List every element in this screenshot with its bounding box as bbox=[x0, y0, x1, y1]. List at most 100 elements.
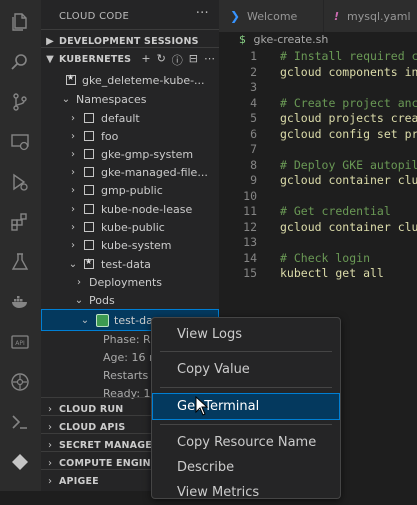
search-icon[interactable] bbox=[9, 51, 31, 73]
menu-separator bbox=[160, 351, 332, 352]
code-text: gcloud container clu bbox=[280, 219, 417, 234]
line-number: 11 bbox=[243, 204, 257, 218]
cluster-star-icon bbox=[66, 73, 76, 85]
section-kubernetes[interactable]: ▼ KUBERNETES + ↻ ⓘ ⊟ ⋯ bbox=[41, 47, 219, 70]
namespace-box-icon bbox=[84, 149, 94, 159]
section-label: KUBERNETES bbox=[59, 53, 132, 65]
kubernetes-icon[interactable] bbox=[9, 371, 31, 393]
line-number: 3 bbox=[250, 80, 257, 94]
namespace-box-icon bbox=[84, 185, 94, 195]
menu-item-copy-resource-name[interactable]: Copy Resource Name bbox=[153, 430, 339, 455]
collapse-icon[interactable]: ⊟ bbox=[189, 52, 198, 68]
chevron-right-icon: › bbox=[71, 148, 75, 160]
sidebar-header: CLOUD CODE ··· bbox=[41, 0, 219, 32]
line-number: 9 bbox=[250, 173, 257, 187]
chevron-right-icon: › bbox=[48, 457, 52, 469]
section-label: CLOUD RUN bbox=[59, 403, 124, 415]
code-line[interactable]: 10 bbox=[219, 189, 417, 205]
code-text: # Check login bbox=[280, 250, 371, 265]
code-line[interactable]: 1 # Install required c bbox=[219, 49, 417, 65]
breadcrumb-file: gke-create.sh bbox=[253, 33, 329, 46]
tree-item-label: gmp-public bbox=[101, 183, 163, 197]
tab-welcome[interactable]: ❯ Welcome bbox=[219, 0, 324, 32]
code-line[interactable]: 3 bbox=[219, 80, 417, 96]
code-line[interactable]: 2 gcloud components in bbox=[219, 65, 417, 81]
chevron-right-icon: › bbox=[71, 221, 75, 233]
code-line[interactable]: 11 # Get credential bbox=[219, 204, 417, 220]
chevron-right-icon: ▶ bbox=[46, 35, 54, 47]
cloud-code-ai-icon[interactable] bbox=[9, 411, 31, 433]
code-text: gcloud components in bbox=[280, 64, 417, 79]
code-text: # Create project anc bbox=[280, 95, 417, 110]
code-line[interactable]: 13 bbox=[219, 235, 417, 251]
namespace-box-icon bbox=[84, 113, 94, 123]
code-text: kubectl get all bbox=[280, 266, 384, 280]
pod-running-icon bbox=[96, 314, 109, 327]
namespace-box-icon bbox=[84, 204, 94, 214]
breadcrumb[interactable]: $ gke-create.sh bbox=[239, 33, 328, 47]
code-line[interactable]: 6 gcloud config set pr bbox=[219, 127, 417, 143]
pod-detail-label: Phase: R bbox=[103, 332, 151, 346]
menu-item-view-logs[interactable]: View Logs bbox=[153, 322, 339, 347]
code-line[interactable]: 15 kubectl get all bbox=[219, 266, 417, 282]
code-text: # Get credential bbox=[280, 204, 391, 218]
line-number: 15 bbox=[243, 266, 257, 280]
code-line[interactable]: 12 gcloud container clu bbox=[219, 220, 417, 236]
extensions-icon[interactable] bbox=[9, 211, 31, 233]
chevron-right-icon: › bbox=[48, 439, 52, 451]
help-icon[interactable]: ⓘ bbox=[172, 52, 183, 68]
editor-tabs: ❯ Welcome ! mysql.yaml bbox=[219, 0, 417, 32]
tree-item-label: kube-node-lease bbox=[101, 202, 193, 216]
menu-item-describe[interactable]: Describe bbox=[153, 455, 339, 480]
source-control-icon[interactable] bbox=[9, 91, 31, 113]
tab-mysql-yaml[interactable]: ! mysql.yaml bbox=[324, 0, 417, 32]
remote-explorer-icon[interactable] bbox=[9, 131, 31, 153]
tab-label: mysql.yaml bbox=[347, 9, 411, 23]
namespace-box-icon bbox=[84, 240, 94, 250]
namespace-box-icon bbox=[84, 131, 94, 141]
code-line[interactable]: 5 gcloud projects crea bbox=[219, 111, 417, 127]
code-line[interactable]: 14 # Check login bbox=[219, 251, 417, 267]
chevron-right-icon: › bbox=[71, 112, 75, 124]
chevron-down-icon: ⌄ bbox=[80, 314, 90, 326]
section-label: COMPUTE ENGINE bbox=[59, 457, 158, 469]
section-label: SECRET MANAGER bbox=[59, 439, 160, 451]
run-debug-icon[interactable] bbox=[9, 171, 31, 193]
chevron-right-icon: › bbox=[71, 203, 75, 215]
testing-flask-icon[interactable] bbox=[9, 251, 31, 273]
tree-item-label: test-data bbox=[101, 257, 151, 271]
chevron-right-icon: › bbox=[48, 403, 52, 415]
more-icon[interactable]: ⋯ bbox=[204, 52, 215, 68]
menu-item-get-terminal[interactable]: Get Terminal bbox=[152, 393, 340, 420]
tree-item-label: gke-gmp-system bbox=[101, 147, 194, 161]
svg-text:API: API bbox=[15, 340, 25, 347]
cloud-code-icon[interactable] bbox=[9, 451, 31, 473]
menu-item-view-metrics[interactable]: View Metrics bbox=[153, 480, 339, 505]
code-line[interactable]: 8 # Deploy GKE autopil bbox=[219, 158, 417, 174]
refresh-icon[interactable]: ↻ bbox=[157, 52, 166, 68]
line-number: 1 bbox=[250, 49, 257, 63]
add-icon[interactable]: + bbox=[141, 52, 150, 68]
tree-item-pods[interactable]: ⌄ Pods bbox=[41, 289, 219, 311]
chevron-right-icon: › bbox=[71, 239, 75, 251]
tree-item-label: Pods bbox=[89, 293, 115, 307]
tree-item-label: Deployments bbox=[89, 275, 163, 289]
shell-script-icon: $ bbox=[239, 33, 246, 46]
explorer-icon[interactable] bbox=[9, 11, 31, 33]
tab-label: Welcome bbox=[247, 9, 298, 23]
code-line[interactable]: 9 gcloud container clu bbox=[219, 173, 417, 189]
line-number: 14 bbox=[243, 250, 257, 265]
more-actions-icon[interactable]: ··· bbox=[196, 6, 209, 21]
line-number: 5 bbox=[250, 111, 257, 125]
api-icon[interactable]: API bbox=[9, 331, 31, 353]
code-text: gcloud config set pr bbox=[280, 126, 417, 141]
code-line[interactable]: 4 # Create project anc bbox=[219, 96, 417, 112]
docker-icon[interactable] bbox=[9, 291, 31, 313]
chevron-right-icon: › bbox=[71, 184, 75, 196]
activity-bar: API bbox=[0, 0, 42, 491]
code-line[interactable]: 7 bbox=[219, 142, 417, 158]
code-text: gcloud container clu bbox=[280, 173, 417, 187]
menu-item-copy-value[interactable]: Copy Value bbox=[153, 357, 339, 382]
line-number: 8 bbox=[250, 157, 257, 172]
chevron-right-icon: › bbox=[77, 276, 81, 288]
